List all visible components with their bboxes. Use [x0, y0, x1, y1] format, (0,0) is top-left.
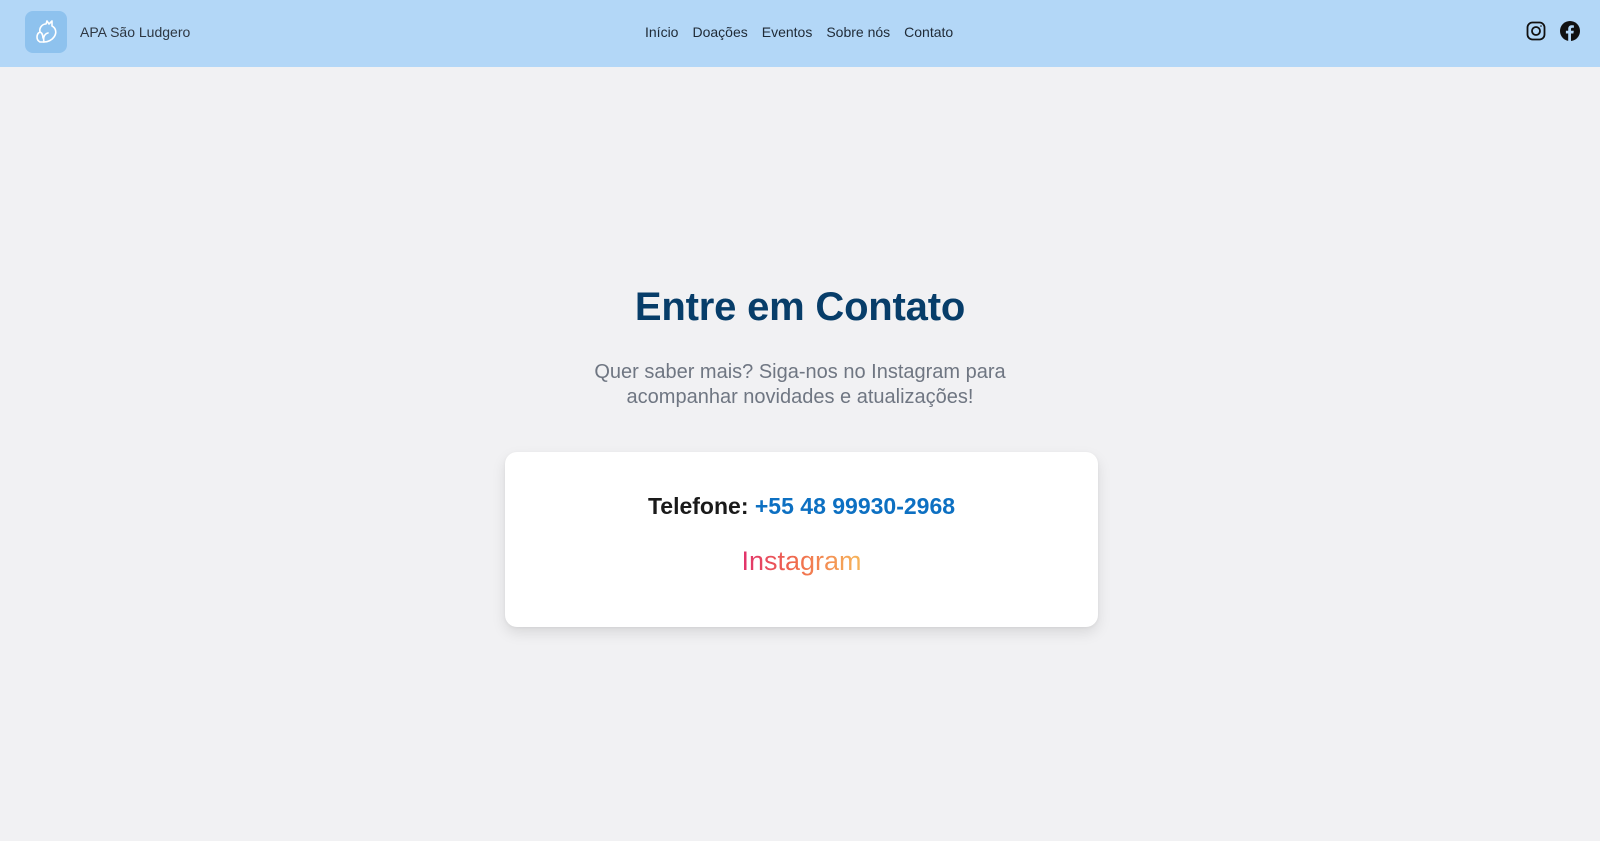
main-navigation: Início Doações Eventos Sobre nós Contato	[645, 24, 953, 42]
phone-label: Telefone:	[647, 493, 749, 519]
instagram-link[interactable]: Instagram	[741, 546, 861, 577]
brand-name: APA São Ludgero	[80, 24, 191, 40]
top-navbar: APA São Ludgero Início Doações Eventos S…	[0, 0, 1600, 67]
nav-link-contato[interactable]: Contato	[904, 24, 953, 40]
nav-link-sobre-nos[interactable]: Sobre nós	[826, 24, 890, 40]
social-links	[1526, 21, 1580, 41]
phone-number-link[interactable]: +55 48 99930-2968	[755, 493, 955, 519]
page-title: Entre em Contato	[634, 285, 966, 329]
nav-link-doacoes[interactable]: Doações	[692, 24, 747, 40]
brand-home-link[interactable]: APA São Ludgero	[25, 11, 190, 53]
facebook-icon[interactable]	[1560, 21, 1580, 41]
nav-link-eventos[interactable]: Eventos	[762, 24, 813, 40]
phone-line: Telefone: +55 48 99930-2968	[505, 493, 1098, 520]
contact-card: Telefone: +55 48 99930-2968 Instagram	[505, 452, 1098, 627]
page-subtitle: Quer saber mais? Siga-nos no Instagram p…	[594, 361, 1006, 408]
contact-hero: Entre em Contato Quer saber mais? Siga-n…	[0, 285, 1600, 410]
nav-link-inicio[interactable]: Início	[645, 24, 678, 40]
instagram-icon[interactable]	[1526, 21, 1546, 41]
cat-dog-logo-icon	[25, 11, 67, 53]
